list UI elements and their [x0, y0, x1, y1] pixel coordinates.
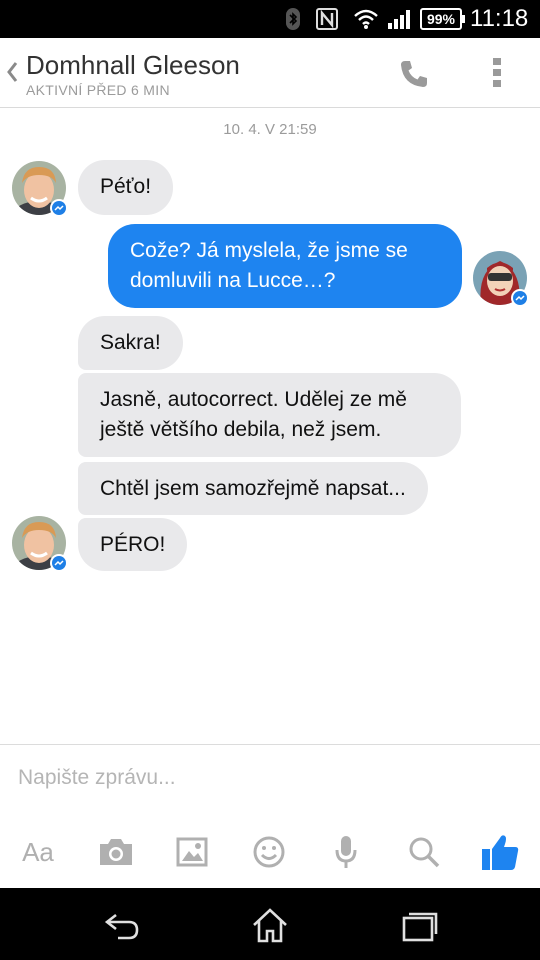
incoming-message[interactable]: Péťo!	[78, 160, 174, 215]
text-format-label: Aa	[22, 836, 54, 867]
incoming-message[interactable]: Chtěl jsem samozřejmě napsat...	[78, 462, 428, 515]
home-icon[interactable]	[250, 906, 290, 946]
emoji-icon[interactable]	[249, 832, 289, 872]
conversation-header: Domhnall Gleeson AKTIVNÍ PŘED 6 MIN	[0, 38, 540, 108]
text-format-icon[interactable]: Aa	[18, 832, 58, 872]
more-options-icon[interactable]	[486, 54, 508, 92]
signal-icon	[386, 6, 414, 32]
incoming-message[interactable]: Jasně, autocorrect. Udělej ze mě ještě v…	[78, 373, 461, 457]
message-timestamp: 10. 4. V 21:59	[223, 121, 317, 138]
phone-call-icon[interactable]	[396, 56, 432, 92]
message-text: Chtěl jsem samozřejmě napsat...	[100, 477, 406, 500]
my-avatar[interactable]	[473, 251, 529, 307]
microphone-icon[interactable]	[326, 832, 366, 872]
recents-icon[interactable]	[400, 906, 440, 946]
nfc-icon	[314, 6, 340, 32]
back-icon[interactable]	[102, 906, 142, 946]
message-text: Péťo!	[100, 175, 152, 198]
message-text: Cože? Já myslela, že jsme se domluvili n…	[130, 239, 408, 292]
contact-active-status: AKTIVNÍ PŘED 6 MIN	[26, 82, 170, 98]
incoming-message[interactable]: Sakra!	[78, 316, 183, 370]
incoming-message[interactable]: PÉRO!	[78, 518, 188, 571]
messenger-badge-icon	[511, 289, 529, 307]
search-icon[interactable]	[404, 832, 444, 872]
message-text: PÉRO!	[100, 533, 166, 556]
composer-divider	[0, 744, 540, 745]
battery-icon: 99%	[420, 8, 465, 30]
messenger-badge-icon	[50, 554, 68, 572]
messenger-badge-icon	[50, 199, 68, 217]
outgoing-message[interactable]: Cože? Já myslela, že jsme se domluvili n…	[108, 224, 462, 308]
message-input[interactable]: Napište zprávu...	[18, 766, 518, 798]
battery-level: 99%	[426, 11, 456, 27]
message-text: Jasně, autocorrect. Udělej ze mě ještě v…	[100, 388, 407, 441]
wifi-icon	[352, 6, 380, 32]
contact-avatar[interactable]	[12, 516, 68, 572]
contact-avatar[interactable]	[12, 161, 68, 217]
status-bar: 99% 11:18	[0, 0, 540, 38]
thumbs-up-icon[interactable]	[480, 832, 520, 872]
camera-icon[interactable]	[96, 832, 136, 872]
message-text: Sakra!	[100, 331, 161, 354]
back-chevron-icon[interactable]	[5, 60, 19, 84]
image-icon[interactable]	[172, 832, 212, 872]
bluetooth-icon	[284, 6, 302, 32]
clock: 11:18	[470, 5, 529, 32]
system-navigation-bar	[0, 888, 540, 960]
contact-name[interactable]: Domhnall Gleeson	[26, 50, 240, 81]
